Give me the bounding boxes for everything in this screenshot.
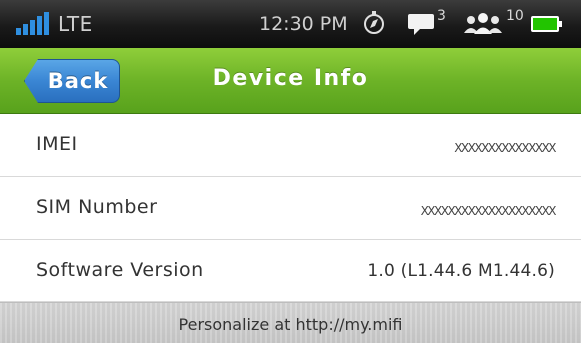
software-version-label: Software Version: [36, 259, 204, 281]
compass-icon: [364, 11, 384, 34]
clock-time: 12:30 PM: [259, 13, 348, 35]
sim-number-value: XXXXXXXXXXXXXXXXXXXX: [420, 204, 557, 218]
info-row-imei: IMEI XXXXXXXXXXXXXXX: [0, 114, 581, 177]
personalize-link-text[interactable]: Personalize at http://my.mifi: [0, 315, 581, 334]
device-info-list: IMEI XXXXXXXXXXXXXXX SIM Number XXXXXXXX…: [0, 114, 581, 302]
page-title: Device Info: [120, 66, 581, 91]
software-version-value: 1.0 (L1.44.6 M1.44.6): [367, 261, 555, 281]
battery-icon: [531, 16, 562, 32]
message-icon: [408, 14, 434, 35]
imei-label: IMEI: [36, 133, 78, 155]
page-title-text: Device Info: [212, 66, 369, 91]
navigation-bar: Back Device Info: [0, 48, 581, 114]
status-bar: LTE 12:30 PM 3 10: [0, 0, 581, 48]
sim-number-label: SIM Number: [36, 196, 158, 218]
signal-bars-icon: [16, 12, 49, 35]
imei-value: XXXXXXXXXXXXXXX: [454, 141, 556, 155]
device-info-screen: LTE 12:30 PM 3 10 Back Device Info IMEI …: [0, 0, 581, 343]
connected-users-count: 10: [506, 8, 524, 24]
message-count-badge: 3: [437, 8, 446, 24]
back-button[interactable]: Back: [24, 59, 120, 103]
info-row-sim-number: SIM Number XXXXXXXXXXXXXXXXXXXX: [0, 177, 581, 240]
users-icon: [464, 13, 502, 34]
info-row-software-version: Software Version 1.0 (L1.44.6 M1.44.6): [0, 240, 581, 302]
network-type-label: LTE: [58, 12, 93, 36]
footer-bar: Personalize at http://my.mifi: [0, 302, 581, 343]
